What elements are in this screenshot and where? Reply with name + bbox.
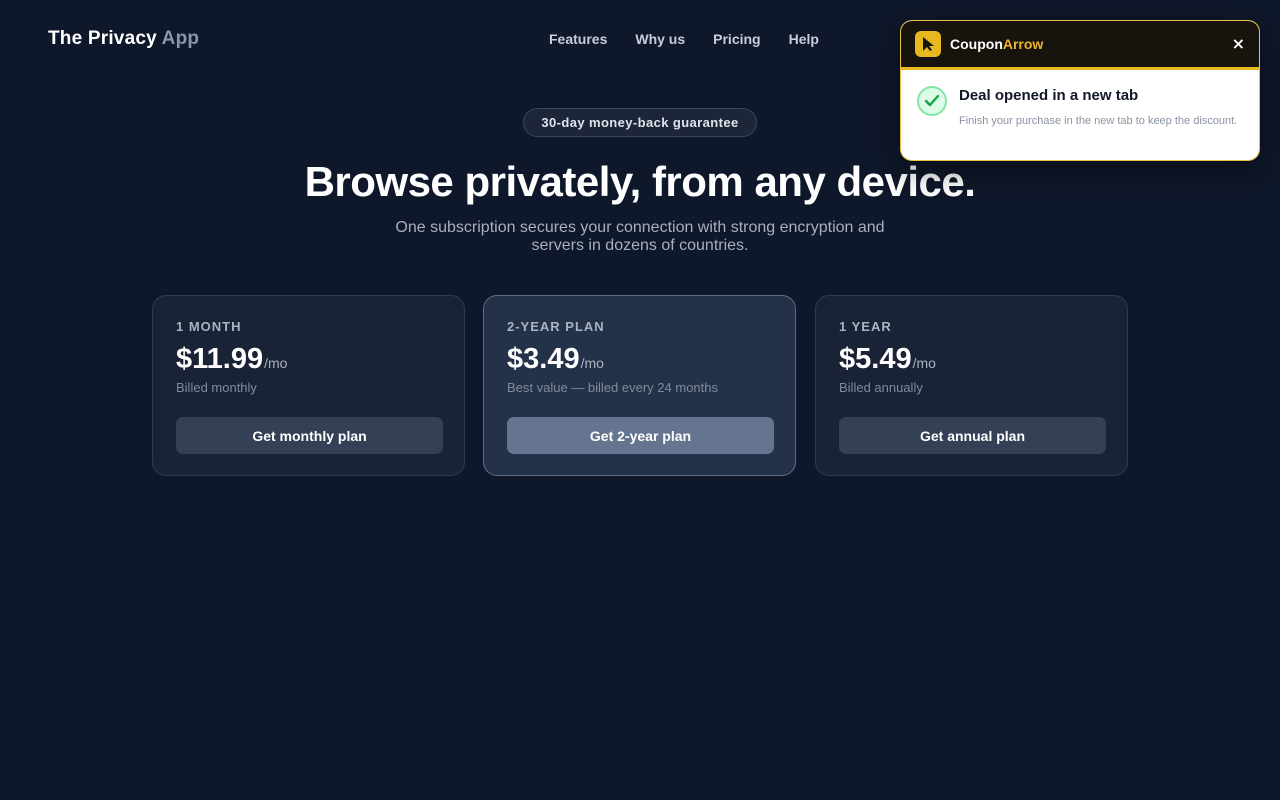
plan-price: $3.49 /mo — [507, 343, 772, 376]
arrow-cursor-icon — [915, 31, 941, 57]
check-circle-icon — [917, 86, 947, 116]
guarantee-badge: 30-day money-back guarantee — [523, 108, 757, 137]
close-icon[interactable]: × — [1232, 35, 1245, 53]
plan-name: 2-YEAR PLAN — [507, 319, 605, 334]
get-annual-plan-button[interactable]: Get annual plan — [839, 417, 1106, 454]
plan-price-amount: $3.49 — [507, 343, 580, 375]
plan-card-monthly: 1 MONTH $11.99 /mo Billed monthly Get mo… — [152, 295, 465, 476]
toast-brand: CouponArrow — [950, 36, 1043, 52]
plan-price-unit: /mo — [912, 355, 936, 371]
hero-title: Browse privately, from any device. — [304, 158, 976, 205]
toast-body: Deal opened in a new tab Finish your pur… — [901, 70, 1259, 129]
plan-name: 1 MONTH — [176, 319, 242, 334]
hero-subtitle: One subscription secures your connection… — [395, 219, 885, 254]
plan-billing-note: Billed annually — [839, 380, 923, 395]
nav-link-pricing[interactable]: Pricing — [713, 31, 760, 47]
plan-price-amount: $11.99 — [176, 343, 264, 375]
top-nav: Features Why us Pricing Help — [549, 31, 819, 47]
plan-card-2-year: 2-YEAR PLAN $3.49 /mo Best value — bille… — [483, 295, 796, 476]
coupon-toast: CouponArrow × Deal opened in a new tab F… — [900, 20, 1260, 161]
nav-link-features[interactable]: Features — [549, 31, 607, 47]
brand-name-accent: App — [161, 28, 200, 49]
nav-link-help[interactable]: Help — [789, 31, 819, 47]
plan-card-annual: 1 YEAR $5.49 /mo Billed annually Get ann… — [815, 295, 1128, 476]
get-2-year-plan-button[interactable]: Get 2-year plan — [507, 417, 774, 454]
plan-name: 1 YEAR — [839, 319, 892, 334]
toast-header: CouponArrow × — [901, 21, 1259, 70]
plan-price-unit: /mo — [580, 355, 604, 371]
page: The Privacy App Features Why us Pricing … — [0, 0, 1280, 800]
plan-price-unit: /mo — [264, 355, 288, 371]
plan-price-amount: $5.49 — [839, 343, 912, 375]
toast-brand-name: Coupon — [950, 36, 1003, 52]
brand-name: The Privacy — [48, 28, 157, 49]
toast-message: Finish your purchase in the new tab to k… — [959, 115, 1238, 127]
brand-logo[interactable]: The Privacy App — [48, 28, 199, 50]
plan-billing-note: Billed monthly — [176, 380, 257, 395]
toast-title: Deal opened in a new tab — [959, 87, 1139, 104]
plan-price: $5.49 /mo — [839, 343, 1104, 376]
plan-price: $11.99 /mo — [176, 343, 441, 376]
plan-billing-note: Best value — billed every 24 months — [507, 380, 718, 395]
toast-brand-accent: Arrow — [1002, 36, 1044, 52]
get-monthly-plan-button[interactable]: Get monthly plan — [176, 417, 443, 454]
nav-link-why-us[interactable]: Why us — [635, 31, 685, 47]
